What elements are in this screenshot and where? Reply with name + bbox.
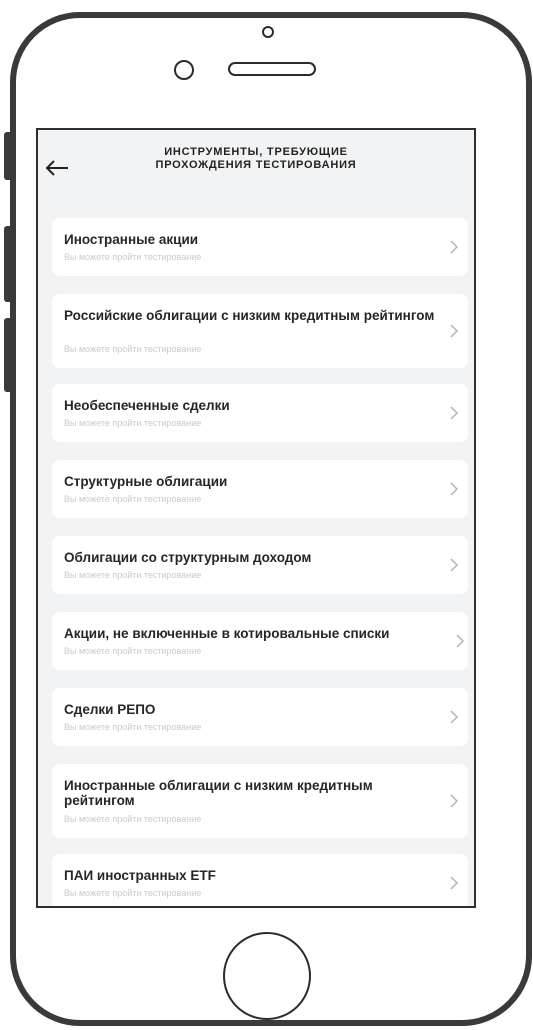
chevron-right-icon bbox=[450, 406, 458, 420]
list-item-subtitle: Вы можете пройти тестирование bbox=[64, 570, 202, 580]
list-item-title: Необеспеченные сделки bbox=[64, 398, 230, 413]
list-item-title: Акции, не включенные в котировальные спи… bbox=[64, 626, 390, 641]
list-item-unsecured-deals[interactable]: Необеспеченные сделки Вы можете пройти т… bbox=[52, 384, 468, 442]
chevron-right-icon bbox=[450, 558, 458, 572]
list-item-subtitle: Вы можете пройти тестирование bbox=[64, 814, 202, 824]
list-item-foreign-etf-units[interactable]: ПАИ иностранных ETF Вы можете пройти тес… bbox=[52, 854, 468, 906]
list-item-structured-income-bonds[interactable]: Облигации со структурным доходом Вы може… bbox=[52, 536, 468, 594]
chevron-right-icon bbox=[450, 876, 458, 890]
list-item-title: Иностранные акции bbox=[64, 232, 199, 247]
list-item-repo-deals[interactable]: Сделки РЕПО Вы можете пройти тестировани… bbox=[52, 688, 468, 746]
list-item-title: Структурные облигации bbox=[64, 474, 228, 489]
list-item-title: Облигации со структурным доходом bbox=[64, 550, 312, 565]
app-screen: ИНСТРУМЕНТЫ, ТРЕБУЮЩИЕ ПРОХОЖДЕНИЯ ТЕСТИ… bbox=[36, 128, 476, 908]
list-item-title: Иностранные облигации с низким кредитным… bbox=[64, 778, 373, 808]
list-item-foreign-low-rated-bonds[interactable]: Иностранные облигации с низким кредитным… bbox=[52, 764, 468, 838]
list-item-subtitle: Вы можете пройти тестирование bbox=[64, 646, 202, 656]
chevron-right-icon bbox=[450, 324, 458, 338]
page-title-line-1: ИНСТРУМЕНТЫ, ТРЕБУЮЩИЕ bbox=[164, 146, 348, 158]
list-item-title: Российские облигации с низким кредитным … bbox=[64, 308, 435, 323]
page-title-line-2: ПРОХОЖДЕНИЯ ТЕСТИРОВАНИЯ bbox=[155, 159, 357, 171]
chevron-right-icon bbox=[450, 240, 458, 254]
list-item-subtitle: Вы можете пройти тестирование bbox=[64, 344, 202, 354]
chevron-right-icon bbox=[450, 794, 458, 808]
chevron-right-icon bbox=[450, 710, 458, 724]
proximity-sensor bbox=[262, 26, 274, 38]
list-item-subtitle: Вы можете пройти тестирование bbox=[64, 252, 202, 262]
page-title: ИНСТРУМЕНТЫ, ТРЕБУЮЩИЕ ПРОХОЖДЕНИЯ ТЕСТИ… bbox=[78, 146, 434, 172]
header: ИНСТРУМЕНТЫ, ТРЕБУЮЩИЕ ПРОХОЖДЕНИЯ ТЕСТИ… bbox=[38, 130, 474, 208]
list-item-russian-low-rated-bonds[interactable]: Российские облигации с низким кредитным … bbox=[52, 294, 468, 368]
list-item-structured-bonds[interactable]: Структурные облигации Вы можете пройти т… bbox=[52, 460, 468, 518]
list-item-subtitle: Вы можете пройти тестирование bbox=[64, 722, 202, 732]
chevron-right-icon bbox=[456, 634, 464, 648]
list-item-subtitle: Вы можете пройти тестирование bbox=[64, 888, 202, 898]
arrow-left-icon bbox=[45, 160, 68, 176]
list-item-title: Сделки РЕПО bbox=[64, 702, 156, 717]
chevron-right-icon bbox=[450, 482, 458, 496]
front-camera bbox=[174, 60, 194, 80]
back-button[interactable] bbox=[44, 156, 72, 180]
earpiece-speaker bbox=[228, 62, 316, 76]
list-item-subtitle: Вы можете пройти тестирование bbox=[64, 494, 202, 504]
list-item-title: ПАИ иностранных ETF bbox=[64, 868, 216, 883]
list-item-unlisted-stocks[interactable]: Акции, не включенные в котировальные спи… bbox=[52, 612, 468, 670]
list-item-foreign-stocks[interactable]: Иностранные акции Вы можете пройти тести… bbox=[52, 218, 468, 276]
list-item-subtitle: Вы можете пройти тестирование bbox=[64, 418, 202, 428]
home-button bbox=[223, 932, 311, 1020]
